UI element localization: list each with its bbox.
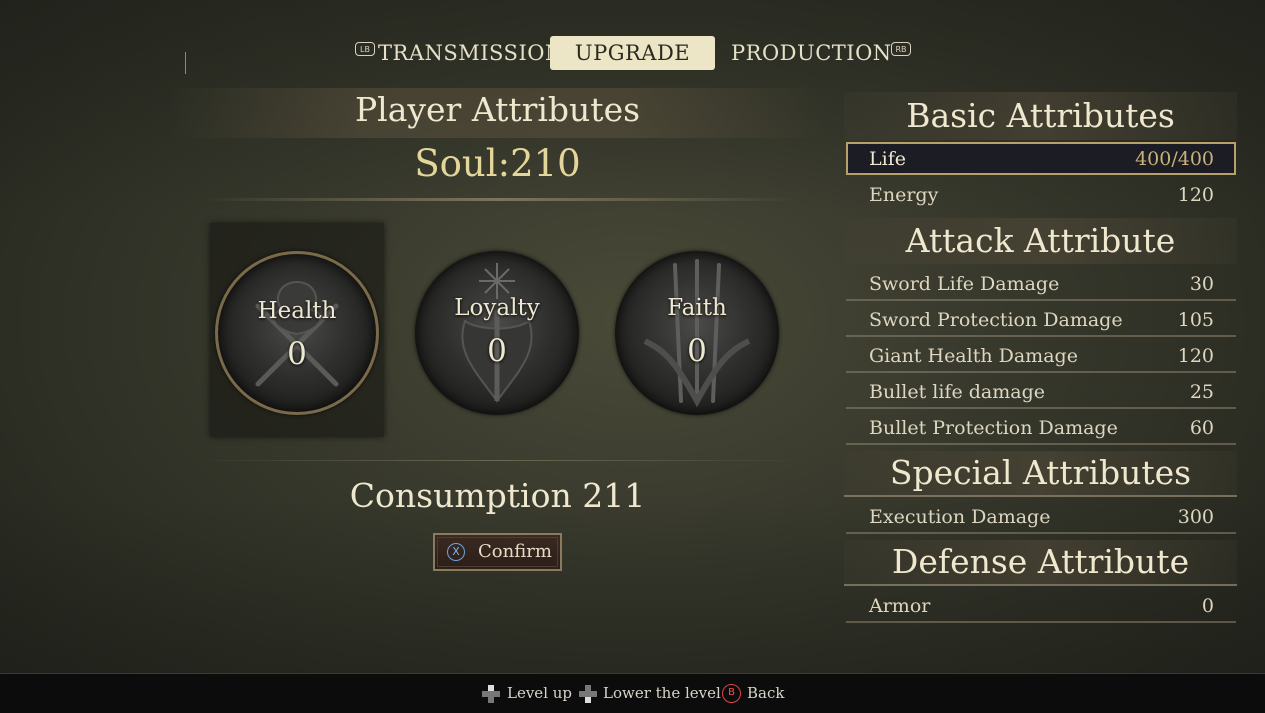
stat-label: Bullet Protection Damage (869, 417, 1118, 439)
hint-level-up: Level up (507, 684, 573, 702)
loyalty-value: 0 (487, 333, 507, 369)
stat-value: 60 (1189, 417, 1214, 439)
special-attributes-title: Special Attributes (844, 451, 1237, 495)
faith-label: Faith (667, 295, 727, 321)
loyalty-attribute-medal[interactable]: Loyalty 0 (415, 251, 579, 415)
hint-back[interactable]: Back (747, 684, 784, 702)
tab-transmission[interactable]: TRANSMISSION (378, 36, 564, 70)
tab-production[interactable]: PRODUCTION (731, 36, 892, 70)
stat-label: Sword Life Damage (869, 273, 1060, 295)
stat-label: Energy (869, 184, 939, 206)
special-divider (844, 495, 1237, 497)
stat-value: 30 (1189, 273, 1214, 295)
stat-label: Life (869, 148, 906, 170)
stat-row-execution-damage[interactable]: Execution Damage 300 (846, 500, 1236, 534)
player-attributes-title: Player Attributes (354, 90, 641, 129)
stat-row-sword-life-damage[interactable]: Sword Life Damage 30 (846, 267, 1236, 301)
consumption-divider (190, 460, 810, 461)
health-crest-icon (255, 280, 339, 387)
hint-lower-level: Lower the level (603, 684, 721, 702)
stat-row-life[interactable]: Life 400/400 (846, 142, 1236, 175)
stat-label: Bullet life damage (869, 381, 1045, 403)
b-button-icon[interactable]: B (722, 684, 741, 703)
stat-value: 0 (1201, 595, 1214, 617)
stat-row-bullet-protection-damage[interactable]: Bullet Protection Damage 60 (846, 411, 1236, 445)
controller-hint-bar: Level up Lower the level B Back (0, 673, 1265, 713)
consumption-cost: Consumption 211 (349, 476, 646, 515)
stat-value: 105 (1177, 309, 1214, 331)
stat-row-energy[interactable]: Energy 120 (846, 178, 1236, 212)
health-label: Health (257, 298, 337, 324)
stat-label: Giant Health Damage (869, 345, 1078, 367)
loyalty-label: Loyalty (454, 295, 540, 321)
stat-value: 300 (1177, 506, 1214, 528)
health-attribute-medal[interactable]: Health 0 (215, 251, 379, 415)
top-tab-bar: LB TRANSMISSION UPGRADE PRODUCTION RB (0, 36, 1265, 70)
dpad-down-icon (579, 685, 597, 703)
stat-value: 120 (1177, 184, 1214, 206)
faith-attribute-medal[interactable]: Faith 0 (615, 251, 779, 415)
defense-attribute-title: Defense Attribute (844, 540, 1237, 584)
stat-row-bullet-life-damage[interactable]: Bullet life damage 25 (846, 375, 1236, 409)
stat-label: Sword Protection Damage (869, 309, 1123, 331)
stat-value: 25 (1189, 381, 1214, 403)
soul-counter: Soul:210 (414, 142, 581, 185)
confirm-label: Confirm (478, 541, 552, 562)
x-button-icon: X (447, 543, 465, 561)
stat-value: 400/400 (1135, 148, 1214, 170)
lb-bumper-icon[interactable]: LB (355, 42, 375, 56)
stat-row-armor[interactable]: Armor 0 (846, 589, 1236, 623)
stat-label: Execution Damage (869, 506, 1051, 528)
attack-attribute-title: Attack Attribute (844, 218, 1237, 264)
soul-divider (200, 198, 800, 201)
rb-bumper-icon[interactable]: RB (891, 42, 911, 56)
stat-row-sword-protection-damage[interactable]: Sword Protection Damage 105 (846, 303, 1236, 337)
health-value: 0 (287, 336, 307, 372)
defense-divider (844, 584, 1237, 586)
stat-row-giant-health-damage[interactable]: Giant Health Damage 120 (846, 339, 1236, 373)
tab-upgrade[interactable]: UPGRADE (550, 36, 715, 70)
basic-attributes-title: Basic Attributes (844, 92, 1237, 140)
confirm-button[interactable]: X Confirm (433, 533, 562, 571)
dpad-up-icon (482, 685, 500, 703)
faith-value: 0 (687, 333, 707, 369)
stat-label: Armor (869, 595, 931, 617)
stat-value: 120 (1177, 345, 1214, 367)
